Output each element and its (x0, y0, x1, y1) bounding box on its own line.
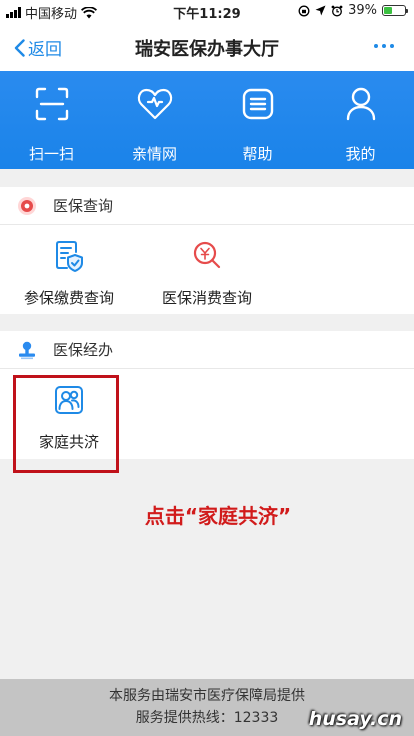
nav-bar: 返回 瑞安医保办事大厅 (0, 22, 414, 71)
watermark: husay.cn (308, 708, 402, 730)
section-header-query: 医保查询 (0, 187, 414, 225)
banner-label-help: 帮助 (242, 145, 273, 163)
insurance-payment-icon (56, 241, 83, 272)
battery-percent: 39% (348, 3, 377, 18)
tile-medical-consumption-query[interactable]: 医保消费查询 (152, 239, 262, 308)
banner-label-family-network: 亲情网 (131, 145, 177, 163)
page-title: 瑞安医保办事大厅 (135, 39, 279, 60)
query-icon (18, 196, 36, 215)
status-bar: 中国移动 下午11:29 39% (0, 0, 414, 22)
more-button[interactable] (374, 44, 394, 48)
tile-label-insurance-payment-query: 参保缴费查询 (23, 289, 114, 307)
tile-label-medical-consumption-query: 医保消费查询 (161, 289, 252, 307)
alarm-icon (331, 5, 343, 16)
section-title-handling: 医保经办 (53, 341, 114, 359)
quick-action-banner: 扫一扫 亲情网 帮助 我的 (0, 71, 414, 169)
section-header-handling: 医保经办 (0, 331, 414, 369)
user-icon (346, 87, 375, 121)
more-dots-icon (374, 44, 378, 48)
section-body-query: 参保缴费查询 医保消费查询 (0, 225, 414, 314)
rotation-lock-icon (298, 5, 310, 16)
section-title-query: 医保查询 (53, 197, 114, 215)
battery-icon (382, 5, 408, 16)
stamp-icon (19, 341, 35, 359)
instruction-annotation: 点击“家庭共济” (144, 504, 292, 528)
banner-label-scan: 扫一扫 (28, 145, 74, 163)
banner-item-scan[interactable]: 扫一扫 (0, 85, 103, 164)
banner-item-mine[interactable]: 我的 (309, 85, 412, 164)
help-list-icon (242, 88, 273, 120)
scan-icon (35, 87, 68, 121)
footer-provider-text: 本服务由瑞安市医疗保障局提供 (109, 688, 305, 704)
location-icon (315, 5, 326, 16)
highlight-box (13, 375, 119, 473)
battery-level (384, 7, 392, 14)
banner-label-mine: 我的 (345, 145, 376, 163)
consumption-search-icon (193, 241, 221, 269)
banner-item-help[interactable]: 帮助 (206, 85, 309, 164)
banner-item-family-network[interactable]: 亲情网 (103, 85, 206, 164)
tile-insurance-payment-query[interactable]: 参保缴费查询 (14, 239, 124, 308)
heart-icon (137, 88, 172, 120)
status-right: 39% (298, 3, 408, 18)
